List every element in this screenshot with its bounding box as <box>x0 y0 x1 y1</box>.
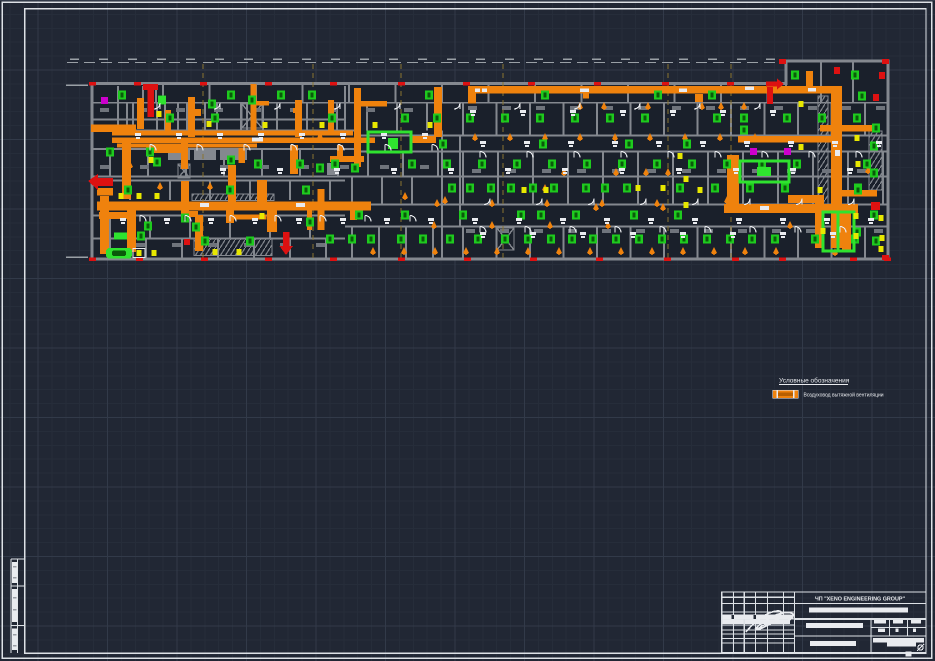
svg-text:Воздуховод вытяжной вентиляции: Воздуховод вытяжной вентиляции <box>804 392 884 399</box>
svg-text:ЧП "XENO ENGINEERING GROUP": ЧП "XENO ENGINEERING GROUP" <box>815 597 905 603</box>
svg-text:Условные обозначения: Условные обозначения <box>779 377 850 385</box>
